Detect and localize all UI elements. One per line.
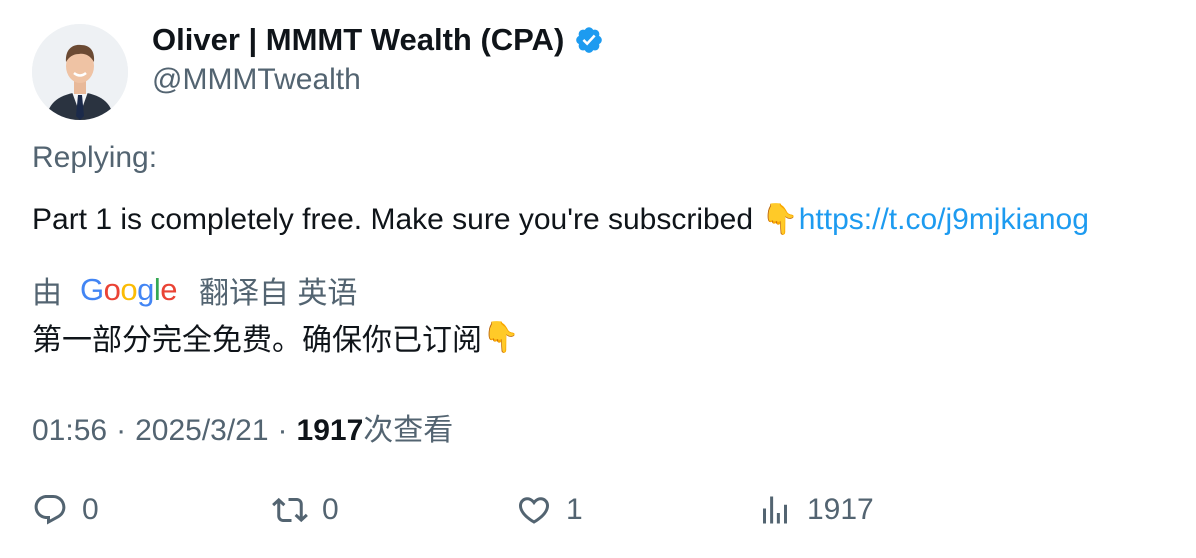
author-display-name[interactable]: Oliver | MMMT Wealth (CPA)	[152, 22, 564, 58]
retweet-button[interactable]: 0	[272, 492, 339, 528]
views-count: 1917	[296, 414, 364, 447]
heart-icon	[518, 497, 550, 524]
tweet-date[interactable]: 2025/3/21	[135, 414, 268, 448]
views-button[interactable]: 1917	[757, 492, 874, 528]
reply-icon	[34, 495, 66, 525]
reply-count: 0	[82, 493, 99, 526]
avatar-photo-icon	[32, 24, 128, 120]
views-label: 次查看	[363, 414, 454, 447]
translation-from-label: 翻译自 英语	[199, 277, 358, 310]
translation-attribution: 由 Google 翻译自 英语	[32, 268, 357, 312]
retweet-count: 0	[322, 493, 339, 526]
replying-label: Replying:	[32, 141, 158, 174]
meta-separator: ·	[277, 414, 288, 447]
translation-by-label: 由	[32, 277, 62, 310]
views-action-count: 1917	[807, 493, 874, 526]
retweet-icon	[272, 497, 308, 523]
pointing-down-emoji-icon: 👇	[761, 202, 799, 237]
translated-body-text: 第一部分完全免费。确保你已订阅	[32, 324, 482, 357]
tweet-meta: 01:56 · 2025/3/21 · 1917 次查看	[32, 405, 453, 449]
tweet-time[interactable]: 01:56	[32, 414, 107, 448]
translated-text: 第一部分完全免费。确保你已订阅 👇	[32, 315, 519, 359]
verified-badge-icon	[574, 25, 604, 55]
views-chart-icon	[763, 496, 787, 524]
pointing-down-emoji-icon: 👇	[482, 319, 520, 355]
avatar[interactable]	[32, 24, 128, 120]
tweet-body-text: Part 1 is completely free. Make sure you…	[32, 202, 762, 236]
author-name-row[interactable]: Oliver | MMMT Wealth (CPA)	[152, 22, 604, 58]
reply-button[interactable]: 0	[32, 492, 99, 528]
google-logo: Google	[80, 272, 178, 307]
tweet-text: Part 1 is completely free. Make sure you…	[32, 202, 1089, 237]
meta-separator: ·	[116, 414, 127, 447]
tweet-link[interactable]: https://t.co/j9mjkianog	[799, 203, 1089, 237]
like-count: 1	[566, 493, 583, 526]
author-handle[interactable]: @MMMTwealth	[152, 63, 361, 97]
like-button[interactable]: 1	[516, 492, 583, 528]
